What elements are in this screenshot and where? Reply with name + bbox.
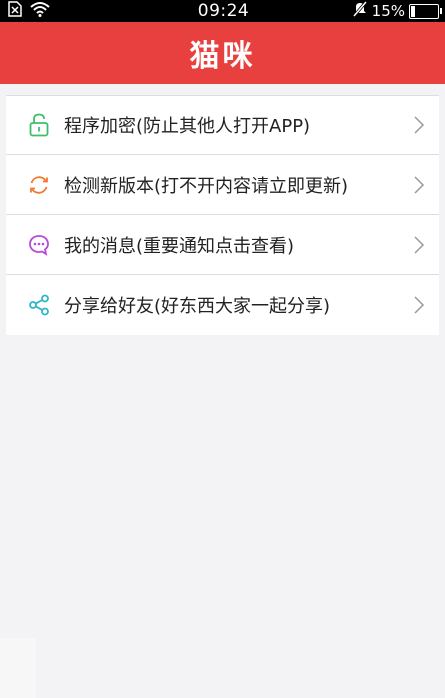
menu-item-my-messages[interactable]: 我的消息(重要通知点击查看) <box>6 215 439 275</box>
refresh-icon <box>28 174 50 196</box>
status-right: 15% <box>319 1 442 21</box>
chevron-right-icon <box>409 294 429 316</box>
lock-icon <box>28 113 50 137</box>
menu-item-label: 分享给好友(好东西大家一起分享) <box>64 296 331 317</box>
sim-missing-icon <box>8 1 22 21</box>
share-icon <box>28 294 50 316</box>
menu-item-label: 检测新版本(打不开内容请立即更新) <box>64 175 349 197</box>
menu-item-label: 我的消息(重要通知点击查看) <box>64 235 295 257</box>
menu-item-share[interactable]: 分享给好友(好东西大家一起分享) <box>6 275 439 335</box>
battery-percent: 15% <box>371 2 405 20</box>
mute-icon <box>352 1 368 21</box>
chevron-right-icon <box>409 114 429 136</box>
menu-list: 程序加密(防止其他人打开APP) 检测新版本(打不开内容请立即更新) 我的消息(… <box>6 95 439 335</box>
app-header: 猫咪 <box>0 22 445 84</box>
battery-icon <box>409 3 442 19</box>
message-icon <box>28 234 50 256</box>
background-corner <box>0 638 36 698</box>
status-left <box>8 1 128 21</box>
status-time: 09:24 <box>197 1 250 21</box>
chevron-right-icon <box>409 174 429 196</box>
battery-level <box>411 5 415 17</box>
wifi-icon <box>30 1 50 21</box>
menu-item-check-update[interactable]: 检测新版本(打不开内容请立即更新) <box>6 155 439 215</box>
status-bar: 09:24 15% <box>0 0 445 22</box>
menu-item-label: 程序加密(防止其他人打开APP) <box>64 116 311 137</box>
chevron-right-icon <box>409 234 429 256</box>
page-title: 猫咪 <box>189 39 256 74</box>
menu-item-app-lock[interactable]: 程序加密(防止其他人打开APP) <box>6 95 439 155</box>
